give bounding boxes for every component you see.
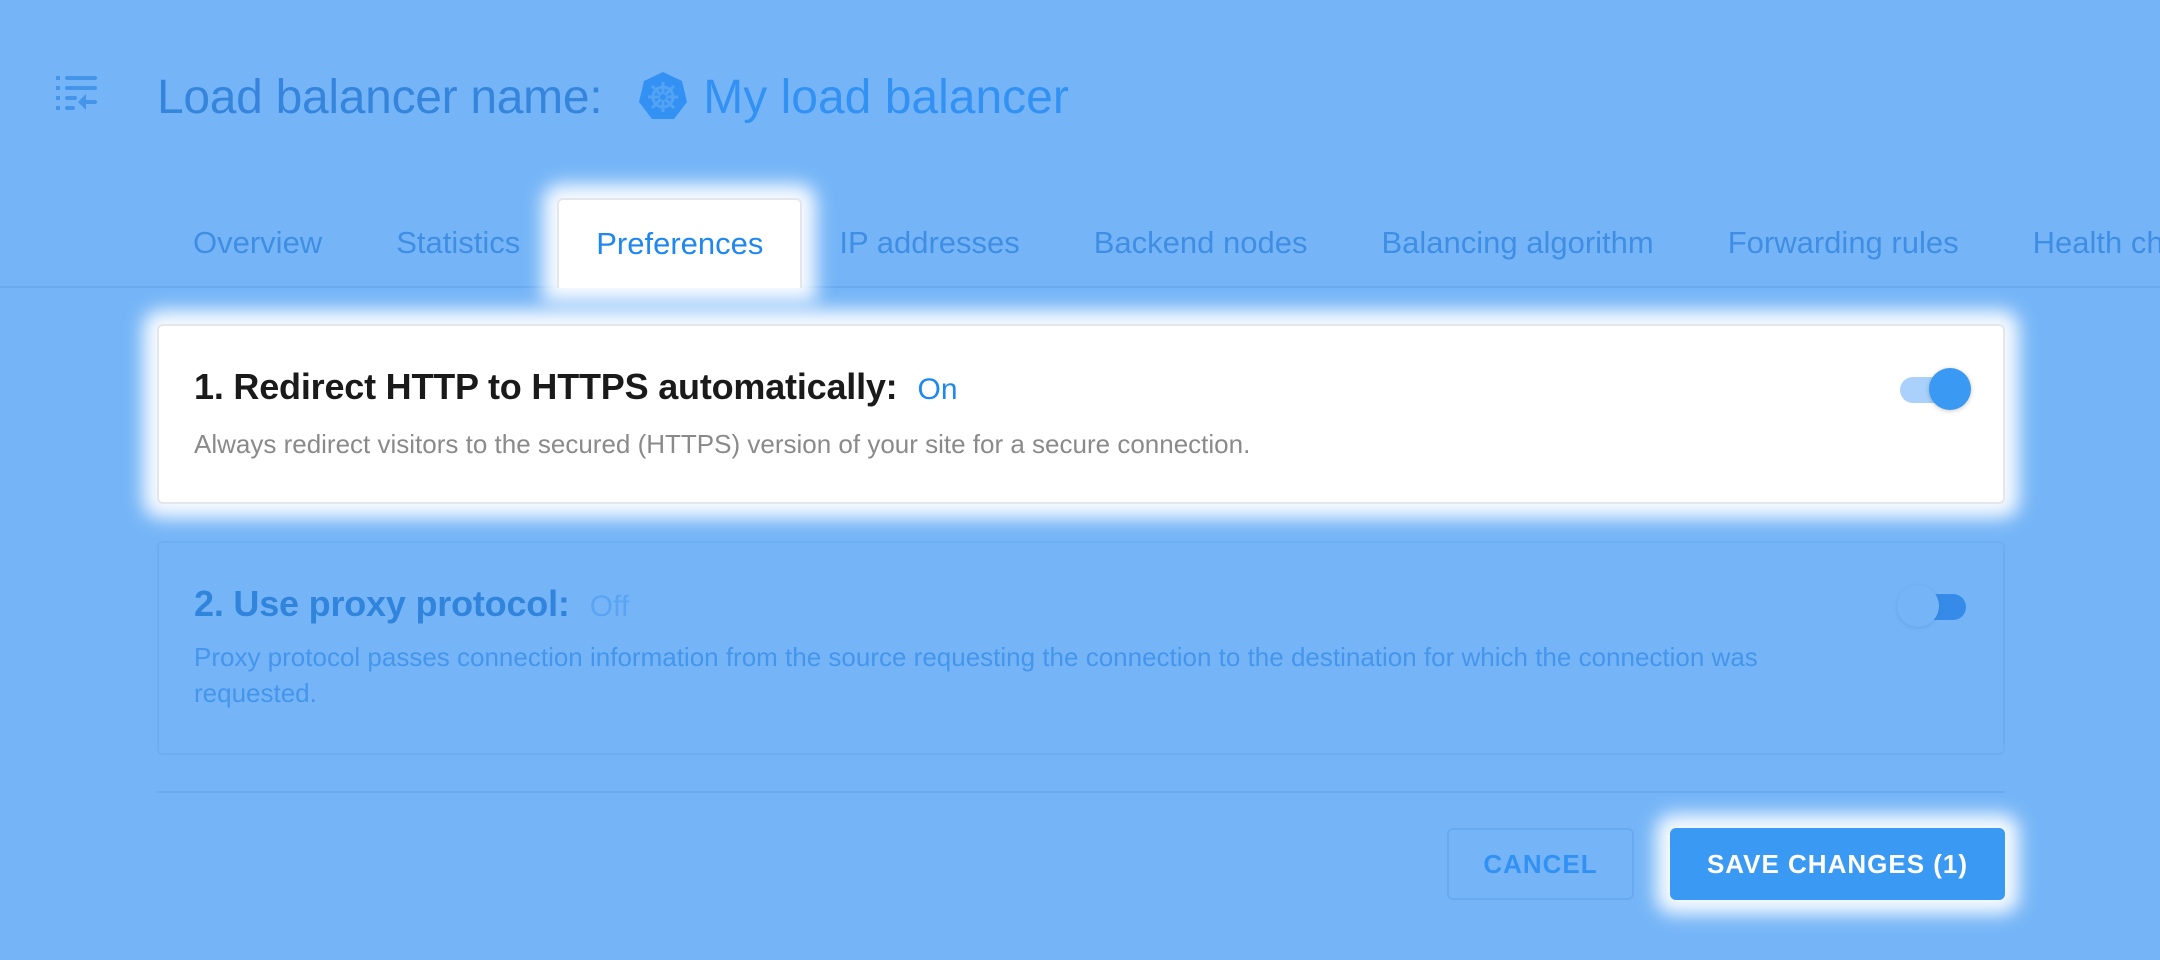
tab-statistics[interactable]: Statistics	[359, 198, 557, 288]
setting-card-proxy-protocol: 2. Use proxy protocol: Off Proxy protoco…	[157, 541, 2005, 755]
setting-description: Proxy protocol passes connection informa…	[194, 642, 1758, 708]
tab-preferences[interactable]: Preferences	[557, 198, 803, 288]
collapse-menu-icon	[56, 76, 97, 110]
tab-backend-nodes[interactable]: Backend nodes	[1057, 198, 1345, 288]
toggle-knob	[1929, 368, 1971, 410]
kubernetes-helm-icon	[639, 72, 688, 119]
actions-divider	[157, 791, 2005, 793]
tab-overview[interactable]: Overview	[165, 198, 359, 288]
page: Load balancer name: My load balancer Ove…	[0, 0, 2160, 960]
setting-title: 2. Use proxy protocol:	[194, 583, 570, 624]
proxy-protocol-toggle[interactable]	[1897, 581, 1969, 631]
tab-forwarding-rules[interactable]: Forwarding rules	[1691, 198, 1996, 288]
toggle-knob	[1897, 585, 1939, 627]
cancel-button[interactable]: CANCEL	[1447, 828, 1634, 900]
https-redirect-toggle[interactable]	[1897, 364, 1971, 414]
tab-ip-addresses[interactable]: IP addresses	[802, 198, 1056, 288]
page-title-label: Load balancer name:	[157, 70, 603, 124]
setting-status: On	[917, 373, 958, 406]
setting-description: Always redirect visitors to the secured …	[194, 429, 1251, 459]
collapse-menu-button[interactable]	[56, 76, 102, 120]
setting-title-row: 1. Redirect HTTP to HTTPS automatically:…	[194, 366, 958, 408]
save-changes-button[interactable]: SAVE CHANGES (1)	[1670, 828, 2005, 900]
page-header: Load balancer name: My load balancer	[157, 64, 1069, 130]
setting-title-row: 2. Use proxy protocol: Off	[194, 583, 629, 625]
load-balancer-name: My load balancer	[703, 70, 1069, 124]
tab-bar: Overview Statistics Preferences IP addre…	[165, 198, 2160, 288]
setting-card-https-redirect: 1. Redirect HTTP to HTTPS automatically:…	[157, 324, 2005, 504]
tab-balancing-algorithm[interactable]: Balancing algorithm	[1344, 198, 1690, 288]
setting-status: Off	[589, 590, 630, 623]
setting-title: 1. Redirect HTTP to HTTPS automatically:	[194, 366, 898, 407]
tab-health-checks[interactable]: Health checks	[1996, 198, 2160, 288]
